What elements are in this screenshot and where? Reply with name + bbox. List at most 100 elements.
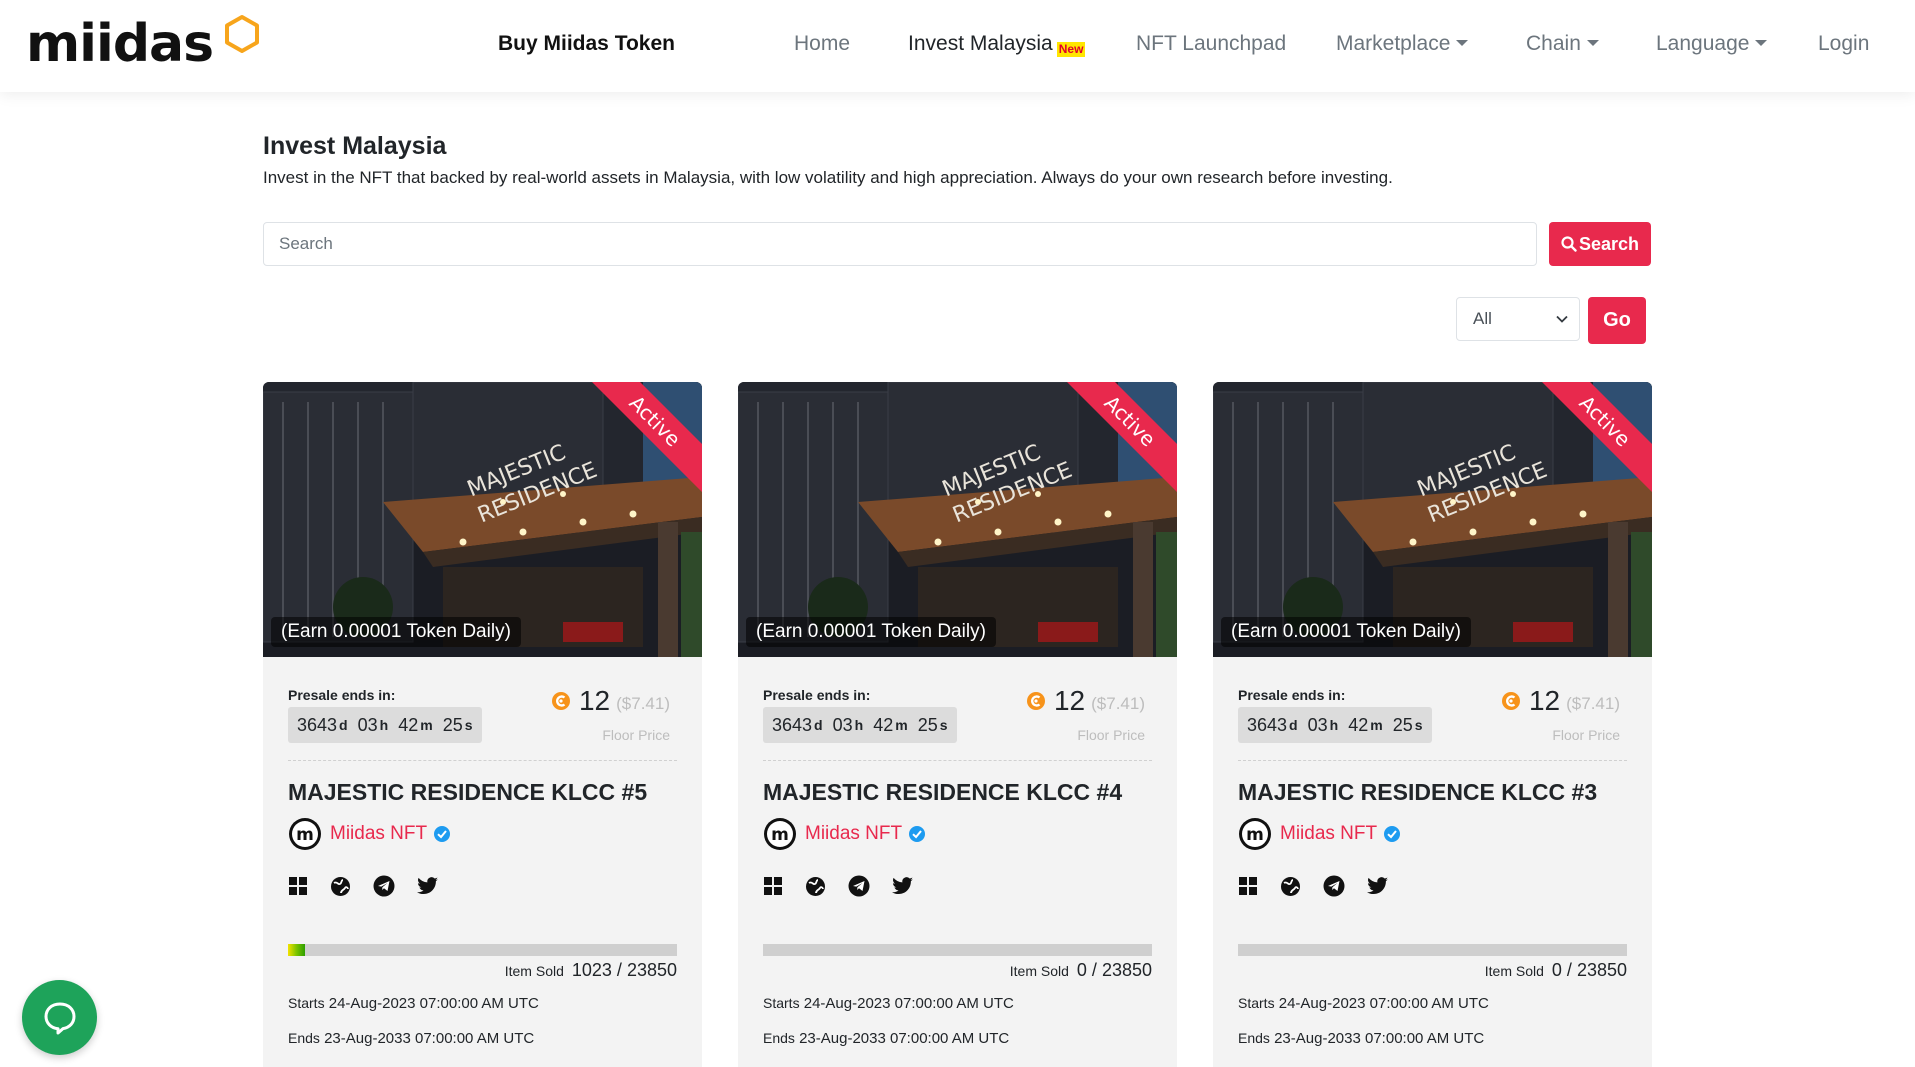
end-date: Ends 23-Aug-2033 07:00:00 AM UTC bbox=[1238, 1030, 1484, 1047]
countdown-days: 3643 bbox=[1247, 714, 1288, 735]
search-button-label: Search bbox=[1578, 233, 1640, 254]
filter-select[interactable]: All bbox=[1456, 297, 1580, 341]
social-links bbox=[288, 875, 461, 897]
brand-logo[interactable]: miidas bbox=[26, 14, 261, 74]
total-count: 23850 bbox=[1576, 960, 1627, 980]
earn-label: (Earn 0.00001 Token Daily) bbox=[746, 617, 996, 647]
countdown-seconds: 25 bbox=[1392, 714, 1413, 735]
nft-image[interactable]: MAJESTICRESIDENCE Active (Earn 0.00001 T… bbox=[738, 382, 1177, 657]
nft-card[interactable]: MAJESTICRESIDENCE Active (Earn 0.00001 T… bbox=[738, 382, 1177, 1067]
divider bbox=[763, 760, 1152, 761]
chevron-down-icon bbox=[1556, 315, 1568, 323]
twitter-icon[interactable] bbox=[1367, 877, 1389, 895]
search-button[interactable]: Search bbox=[1549, 222, 1651, 266]
nav-chain-label: Chain bbox=[1526, 32, 1581, 55]
countdown-seconds-unit: s bbox=[939, 717, 948, 733]
nav-invest-malaysia[interactable]: Invest Malaysia New bbox=[908, 30, 1086, 58]
end-date-value: 23-Aug-2033 07:00:00 AM UTC bbox=[324, 1030, 535, 1047]
start-date-value: 24-Aug-2023 07:00:00 AM UTC bbox=[1278, 995, 1489, 1012]
search-icon bbox=[1561, 236, 1577, 252]
go-button[interactable]: Go bbox=[1588, 297, 1646, 344]
creator-name: Miidas NFT bbox=[330, 823, 428, 844]
start-date-label: Starts bbox=[288, 995, 325, 1011]
social-links bbox=[763, 875, 936, 897]
creator[interactable]: m Miidas NFT bbox=[288, 817, 451, 851]
nav-marketplace-dropdown[interactable]: Marketplace bbox=[1336, 30, 1469, 58]
divider bbox=[1238, 760, 1627, 761]
countdown-days-unit: d bbox=[339, 717, 348, 733]
end-date-label: Ends bbox=[1238, 1030, 1270, 1046]
page-title: Invest Malaysia bbox=[263, 132, 447, 160]
chat-button[interactable] bbox=[22, 980, 97, 1055]
nft-card[interactable]: MAJESTICRESIDENCE Active (Earn 0.00001 T… bbox=[263, 382, 702, 1067]
telegram-icon[interactable] bbox=[373, 875, 395, 897]
start-date-label: Starts bbox=[763, 995, 800, 1011]
nft-image[interactable]: MAJESTICRESIDENCE Active (Earn 0.00001 T… bbox=[263, 382, 702, 657]
item-sold-label: Item Sold bbox=[1484, 963, 1544, 979]
countdown-seconds: 25 bbox=[917, 714, 938, 735]
total-count: 23850 bbox=[626, 960, 677, 980]
nft-card[interactable]: MAJESTICRESIDENCE Active (Earn 0.00001 T… bbox=[1213, 382, 1652, 1067]
social-links bbox=[1238, 875, 1411, 897]
countdown-hours: 03 bbox=[357, 714, 378, 735]
end-date: Ends 23-Aug-2033 07:00:00 AM UTC bbox=[763, 1030, 1009, 1047]
countdown-hours: 03 bbox=[1307, 714, 1328, 735]
start-date: Starts 24-Aug-2023 07:00:00 AM UTC bbox=[1238, 995, 1489, 1012]
nft-title[interactable]: MAJESTIC RESIDENCE KLCC #5 bbox=[288, 779, 647, 806]
nav-language-dropdown[interactable]: Language bbox=[1656, 30, 1768, 58]
end-date-label: Ends bbox=[288, 1030, 320, 1046]
nft-title[interactable]: MAJESTIC RESIDENCE KLCC #3 bbox=[1238, 779, 1597, 806]
search-input[interactable] bbox=[263, 222, 1537, 266]
grid-icon[interactable] bbox=[1238, 876, 1258, 896]
globe-icon[interactable] bbox=[330, 876, 351, 897]
token-coin-icon bbox=[1026, 692, 1045, 710]
countdown-timer: 3643 d 03 h 42 m 25 s bbox=[1238, 707, 1432, 743]
sold-count: 0 bbox=[1076, 960, 1087, 980]
creator[interactable]: m Miidas NFT bbox=[1238, 817, 1401, 851]
countdown-minutes: 42 bbox=[873, 714, 894, 735]
end-date: Ends 23-Aug-2033 07:00:00 AM UTC bbox=[288, 1030, 534, 1047]
ribbon-label: Active bbox=[1542, 382, 1652, 492]
globe-icon[interactable] bbox=[805, 876, 826, 897]
countdown-minutes: 42 bbox=[1348, 714, 1369, 735]
miidas-m-icon: m bbox=[289, 818, 321, 850]
nav-home[interactable]: Home bbox=[794, 30, 850, 58]
nav-marketplace-label: Marketplace bbox=[1336, 32, 1451, 55]
countdown-days-unit: d bbox=[814, 717, 823, 733]
chat-bubble-icon bbox=[44, 1002, 75, 1034]
twitter-icon[interactable] bbox=[417, 877, 439, 895]
verified-check-icon bbox=[1384, 826, 1401, 842]
sales-progress-bar bbox=[1238, 944, 1627, 956]
nft-image[interactable]: MAJESTICRESIDENCE Active (Earn 0.00001 T… bbox=[1213, 382, 1652, 657]
status-ribbon: Active bbox=[592, 382, 702, 492]
top-navbar: miidas Buy Miidas Token Home Invest Mala… bbox=[0, 0, 1915, 92]
end-date-value: 23-Aug-2033 07:00:00 AM UTC bbox=[799, 1030, 1010, 1047]
globe-icon[interactable] bbox=[1280, 876, 1301, 897]
nft-title[interactable]: MAJESTIC RESIDENCE KLCC #4 bbox=[763, 779, 1122, 806]
start-date: Starts 24-Aug-2023 07:00:00 AM UTC bbox=[763, 995, 1014, 1012]
price-usd: ($7.41) bbox=[1566, 694, 1620, 713]
telegram-icon[interactable] bbox=[848, 875, 870, 897]
item-sold: Item Sold 0 / 23850 bbox=[1485, 960, 1627, 981]
nav-login[interactable]: Login bbox=[1818, 30, 1869, 58]
grid-icon[interactable] bbox=[288, 876, 308, 896]
creator[interactable]: m Miidas NFT bbox=[763, 817, 926, 851]
price-value: 12 bbox=[578, 685, 611, 716]
floor-price-label: Floor Price bbox=[1552, 727, 1620, 743]
countdown-hours-unit: h bbox=[1329, 717, 1339, 733]
caret-down-icon bbox=[1456, 40, 1469, 46]
grid-icon[interactable] bbox=[763, 876, 783, 896]
countdown-days: 3643 bbox=[772, 714, 813, 735]
nav-chain-dropdown[interactable]: Chain bbox=[1526, 30, 1599, 58]
buy-token-link[interactable]: Buy Miidas Token bbox=[498, 30, 675, 58]
twitter-icon[interactable] bbox=[892, 877, 914, 895]
miidas-m-icon: m bbox=[764, 818, 796, 850]
nav-nft-launchpad[interactable]: NFT Launchpad bbox=[1136, 30, 1286, 58]
item-sold-value: 0 / 23850 bbox=[1076, 960, 1152, 980]
divider bbox=[288, 760, 677, 761]
telegram-icon[interactable] bbox=[1323, 875, 1345, 897]
start-date: Starts 24-Aug-2023 07:00:00 AM UTC bbox=[288, 995, 539, 1012]
sold-count: 0 bbox=[1551, 960, 1562, 980]
filter-selected-value: All bbox=[1473, 309, 1492, 328]
countdown-days-unit: d bbox=[1289, 717, 1298, 733]
